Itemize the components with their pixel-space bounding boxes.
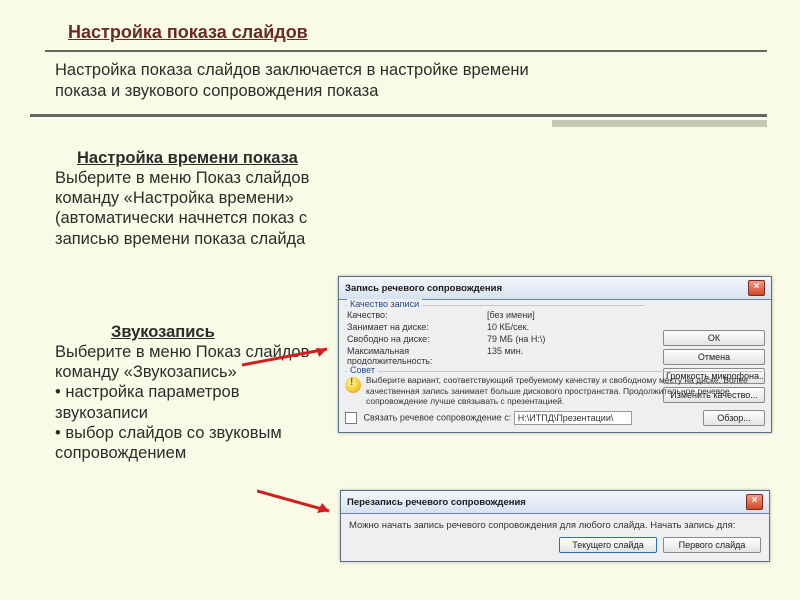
quality-group-label: Качество записи [347, 299, 422, 309]
arrow-to-dialog2 [257, 487, 342, 517]
disk-per-sec-row: Занимает на диске:10 КБ/сек. [345, 321, 645, 333]
dialog2-body-text: Можно начать запись речевого сопровожден… [349, 520, 761, 531]
dialog1-title: Запись речевого сопровождения [345, 283, 502, 294]
intro-text: Настройка показа слайдов заключается в н… [55, 60, 575, 101]
timing-heading: Настройка времени показа [77, 148, 315, 168]
divider-accent [552, 120, 767, 127]
rerecord-narration-dialog: Перезапись речевого сопровождения × Можн… [340, 490, 770, 562]
link-checkbox[interactable] [345, 412, 357, 424]
quality-group: Качество записи Качество:[без имени] Зан… [345, 305, 645, 367]
link-path-row: Связать речевое сопровождение с: Н:\ИТПД… [345, 410, 765, 426]
dialog2-title: Перезапись речевого сопровождения [347, 497, 526, 508]
tip-group: Совет Выберите вариант, соответствующий … [345, 371, 765, 407]
dialog2-titlebar[interactable]: Перезапись речевого сопровождения × [341, 491, 769, 514]
first-slide-button[interactable]: Первого слайда [663, 537, 761, 553]
record-narration-dialog: Запись речевого сопровождения × Качество… [338, 276, 772, 433]
ok-button[interactable]: ОК [663, 330, 765, 346]
link-checkbox-label: Связать речевое сопровождение с: [364, 412, 512, 422]
recording-section: Звукозапись Выберите в меню Показ слайдо… [55, 322, 315, 463]
lightbulb-icon [345, 377, 361, 393]
timing-section: Настройка времени показа Выберите в меню… [55, 148, 315, 249]
max-duration-row: Максимальная продолжительность:135 мин. [345, 345, 645, 367]
current-slide-button[interactable]: Текущего слайда [559, 537, 657, 553]
divider-mid [30, 114, 767, 117]
link-path-field[interactable]: Н:\ИТПД\Презентации\ [514, 411, 632, 425]
close-icon[interactable]: × [746, 494, 763, 510]
free-space-row: Свободно на диске:79 МБ (на Н:\) [345, 333, 645, 345]
tip-label: Совет [347, 365, 378, 376]
cancel-button[interactable]: Отмена [663, 349, 765, 365]
recording-heading: Звукозапись [111, 322, 315, 342]
quality-row: Качество:[без имени] [345, 309, 645, 321]
recording-bullet-1: • настройка параметров звукозаписи [55, 383, 239, 421]
recording-bullet-2: • выбор слайдов со звуковым сопровождени… [55, 424, 282, 462]
tip-text: Выберите вариант, соответствующий требуе… [366, 375, 765, 407]
close-icon[interactable]: × [748, 280, 765, 296]
page-title: Настройка показа слайдов [68, 22, 308, 43]
recording-body: Выберите в меню Показ слайдов команду «З… [55, 343, 309, 381]
dialog1-titlebar[interactable]: Запись речевого сопровождения × [339, 277, 771, 300]
timing-body: Выберите в меню Показ слайдов команду «Н… [55, 169, 309, 247]
browse-button[interactable]: Обзор... [703, 410, 765, 426]
divider-top [45, 50, 767, 52]
